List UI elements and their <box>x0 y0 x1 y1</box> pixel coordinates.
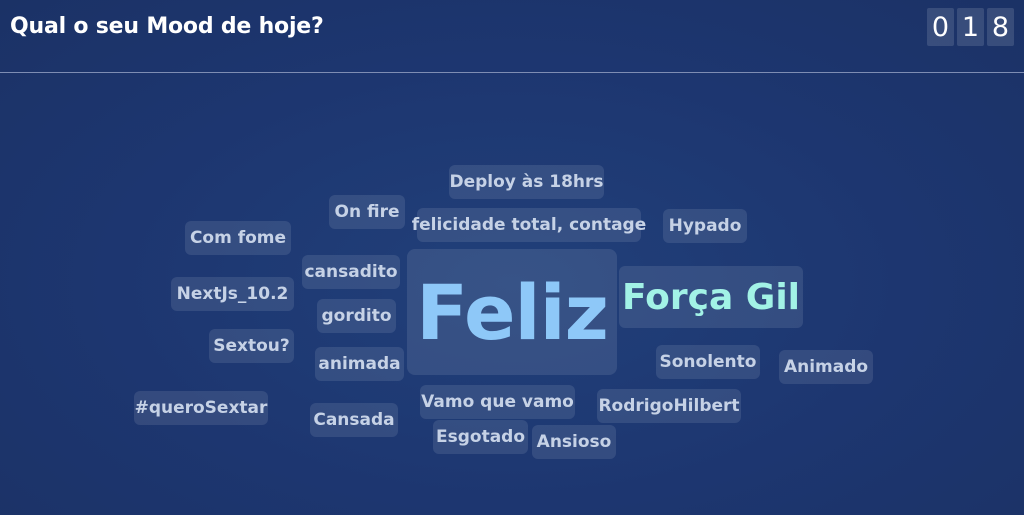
word-tag[interactable]: animada <box>315 347 404 381</box>
word-tag[interactable]: cansadito <box>302 255 400 289</box>
word-tag[interactable]: Esgotado <box>433 420 528 454</box>
header: Qual o seu Mood de hoje? 0 1 8 <box>0 0 1024 73</box>
word-tag-feliz[interactable]: Feliz <box>407 249 617 375</box>
word-tag[interactable]: NextJs_10.2 <box>171 277 294 311</box>
word-tag[interactable]: Cansada <box>310 403 398 437</box>
word-cloud: Feliz Força Gil Deploy às 18hrs On fire … <box>0 73 1024 515</box>
response-counter: 0 1 8 <box>927 8 1014 46</box>
word-tag[interactable]: RodrigoHilbert <box>597 389 741 423</box>
word-tag[interactable]: On fire <box>329 195 405 229</box>
counter-digit: 0 <box>927 8 954 46</box>
word-tag[interactable]: Sextou? <box>209 329 294 363</box>
word-tag[interactable]: #queroSextar <box>134 391 268 425</box>
page-title: Qual o seu Mood de hoje? <box>10 14 324 39</box>
word-tag[interactable]: Animado <box>779 350 873 384</box>
word-tag[interactable]: Com fome <box>185 221 291 255</box>
word-tag[interactable]: Hypado <box>663 209 747 243</box>
counter-digit: 8 <box>987 8 1014 46</box>
word-tag[interactable]: felicidade total, contage <box>412 208 646 242</box>
word-tag[interactable]: Vamo que vamo <box>420 385 575 419</box>
word-tag-forca-gil[interactable]: Força Gil <box>619 266 803 328</box>
word-tag[interactable]: Deploy às 18hrs <box>449 165 604 199</box>
word-tag[interactable]: gordito <box>317 299 396 333</box>
word-tag[interactable]: Sonolento <box>656 345 760 379</box>
word-tag[interactable]: Ansioso <box>532 425 616 459</box>
counter-digit: 1 <box>957 8 984 46</box>
